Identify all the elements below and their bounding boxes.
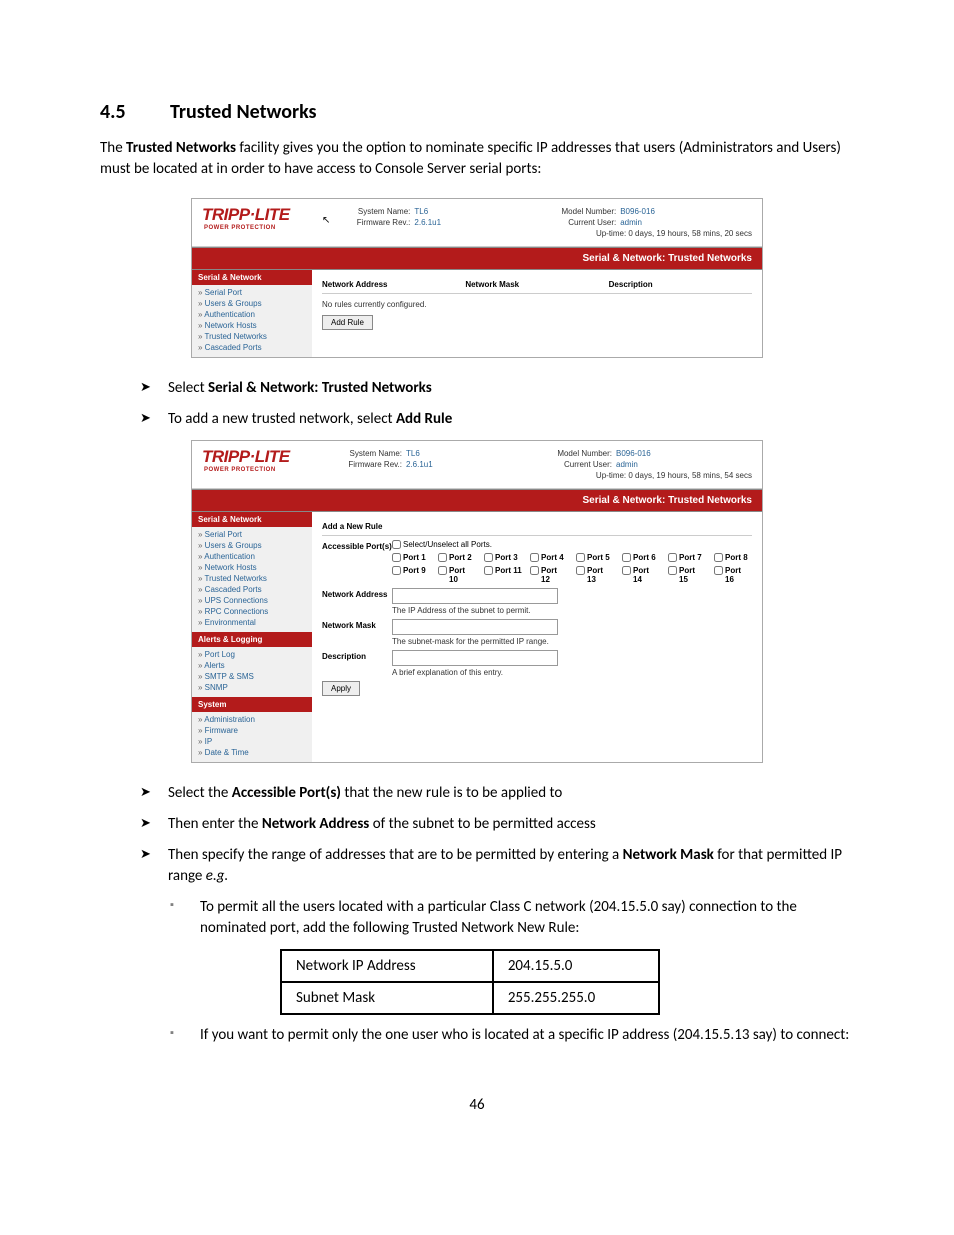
select-all-checkbox[interactable]: Select/Unselect all Ports. — [392, 540, 752, 549]
form-title: Add a New Rule — [322, 518, 752, 536]
col-network-address: Network Address — [322, 280, 465, 289]
port-checkbox[interactable]: Port 9 — [392, 566, 430, 584]
nav-item[interactable]: UPS Connections — [192, 595, 312, 606]
nav-item[interactable]: Serial Port — [192, 287, 312, 298]
intro-paragraph: The Trusted Networks facility gives you … — [100, 138, 854, 180]
bullet: Select the Accessible Port(s) that the n… — [140, 783, 854, 804]
bullet: Select Serial & Network: Trusted Network… — [140, 378, 854, 399]
nav-item[interactable]: Environmental — [192, 617, 312, 628]
sidebar: Serial & Network Serial Port Users & Gro… — [192, 512, 312, 762]
nav-item[interactable]: Users & Groups — [192, 298, 312, 309]
nav-item[interactable]: SMTP & SMS — [192, 671, 312, 682]
apply-button[interactable]: Apply — [322, 681, 360, 696]
bullet: Then specify the range of addresses that… — [140, 845, 854, 887]
firmware-label: Firmware Rev.: — [340, 218, 414, 227]
page-bar: Serial & Network: Trusted Networks — [192, 489, 762, 512]
nav-item[interactable]: Date & Time — [192, 747, 312, 758]
sidebar: Serial & Network Serial Port Users & Gro… — [192, 270, 312, 357]
sysname-label: System Name: — [340, 207, 414, 216]
screenshot-trusted-networks-list: TRIPP·LITE POWER PROTECTION ↖ System Nam… — [191, 198, 763, 358]
nav-item[interactable]: Authentication — [192, 309, 312, 320]
nav-item[interactable]: IP — [192, 736, 312, 747]
nav-item[interactable]: Serial Port — [192, 529, 312, 540]
nav-item[interactable]: Cascaded Ports — [192, 584, 312, 595]
example-cell: Network IP Address — [281, 950, 493, 982]
port-checkbox[interactable]: Port 11 — [484, 566, 522, 584]
nav-item[interactable]: Trusted Networks — [192, 573, 312, 584]
page-bar: Serial & Network: Trusted Networks — [192, 247, 762, 270]
section-number: 4.5 — [100, 100, 170, 124]
port-checkbox[interactable]: Port 12 — [530, 566, 568, 584]
port-checkbox[interactable]: Port 16 — [714, 566, 752, 584]
description-label: Description — [322, 650, 392, 661]
example-cell: Subnet Mask — [281, 982, 493, 1014]
port-checkbox[interactable]: Port 10 — [438, 566, 476, 584]
example-table: Network IP Address 204.15.5.0 Subnet Mas… — [280, 949, 660, 1015]
nav-item[interactable]: Cascaded Ports — [192, 342, 312, 353]
bullet: Then enter the Network Address of the su… — [140, 814, 854, 835]
bullet: To add a new trusted network, select Add… — [140, 409, 854, 430]
col-description: Description — [609, 280, 752, 289]
ports-label: Accessible Port(s) — [322, 540, 392, 551]
description-input[interactable] — [392, 650, 558, 666]
model-value: B096-016 — [620, 207, 675, 216]
nav-item[interactable]: Network Hosts — [192, 562, 312, 573]
port-checkbox[interactable]: Port 13 — [576, 566, 614, 584]
network-address-hint: The IP Address of the subnet to permit. — [392, 606, 752, 615]
example-cell: 204.15.5.0 — [493, 950, 659, 982]
port-checkbox[interactable]: Port 7 — [668, 553, 706, 562]
network-address-label: Network Address — [322, 588, 392, 599]
port-checkbox[interactable]: Port 5 — [576, 553, 614, 562]
nav-item[interactable]: Trusted Networks — [192, 331, 312, 342]
description-hint: A brief explanation of this entry. — [392, 668, 752, 677]
port-checkbox[interactable]: Port 1 — [392, 553, 430, 562]
port-checkbox[interactable]: Port 15 — [668, 566, 706, 584]
example-cell: 255.255.255.0 — [493, 982, 659, 1014]
add-rule-button[interactable]: Add Rule — [322, 315, 373, 330]
section-title: Trusted Networks — [170, 100, 317, 124]
logo: TRIPP·LITE POWER PROTECTION — [202, 205, 332, 231]
screenshot-add-rule: TRIPP·LITE POWER PROTECTION System Name:… — [191, 440, 763, 763]
no-rules-message: No rules currently configured. — [322, 294, 752, 315]
col-network-mask: Network Mask — [465, 280, 608, 289]
nav-item[interactable]: Port Log — [192, 649, 312, 660]
firmware-value: 2.6.1u1 — [414, 218, 469, 227]
nav-item[interactable]: SNMP — [192, 682, 312, 693]
port-checkbox[interactable]: Port 6 — [622, 553, 660, 562]
sub-bullet: To permit all the users located with a p… — [170, 897, 854, 939]
model-label: Model Number: — [546, 207, 620, 216]
port-checkbox[interactable]: Port 2 — [438, 553, 476, 562]
nav-item[interactable]: Alerts — [192, 660, 312, 671]
port-checkbox[interactable]: Port 4 — [530, 553, 568, 562]
section-heading: 4.5Trusted Networks — [100, 100, 854, 124]
nav-item[interactable]: Administration — [192, 714, 312, 725]
port-checkbox[interactable]: Port 3 — [484, 553, 522, 562]
uptime: Up-time: 0 days, 19 hours, 58 mins, 20 s… — [546, 229, 752, 238]
user-value: admin — [620, 218, 675, 227]
nav-item[interactable]: Authentication — [192, 551, 312, 562]
network-mask-input[interactable] — [392, 619, 558, 635]
network-address-input[interactable] — [392, 588, 558, 604]
nav-item[interactable]: Network Hosts — [192, 320, 312, 331]
nav-section-serial: Serial & Network — [192, 270, 312, 285]
user-label: Current User: — [546, 218, 620, 227]
nav-item[interactable]: Users & Groups — [192, 540, 312, 551]
network-mask-hint: The subnet-mask for the permitted IP ran… — [392, 637, 752, 646]
port-checkbox[interactable]: Port 8 — [714, 553, 752, 562]
port-checkbox[interactable]: Port 14 — [622, 566, 660, 584]
nav-item[interactable]: Firmware — [192, 725, 312, 736]
nav-item[interactable]: RPC Connections — [192, 606, 312, 617]
cursor-icon: ↖ — [322, 215, 330, 226]
logo: TRIPP·LITE POWER PROTECTION — [202, 447, 332, 473]
network-mask-label: Network Mask — [322, 619, 392, 630]
page-number: 46 — [100, 1096, 854, 1114]
sysname-value: TL6 — [414, 207, 469, 216]
table-header: Network Address Network Mask Description — [322, 276, 752, 294]
sub-bullet: If you want to permit only the one user … — [170, 1025, 854, 1046]
